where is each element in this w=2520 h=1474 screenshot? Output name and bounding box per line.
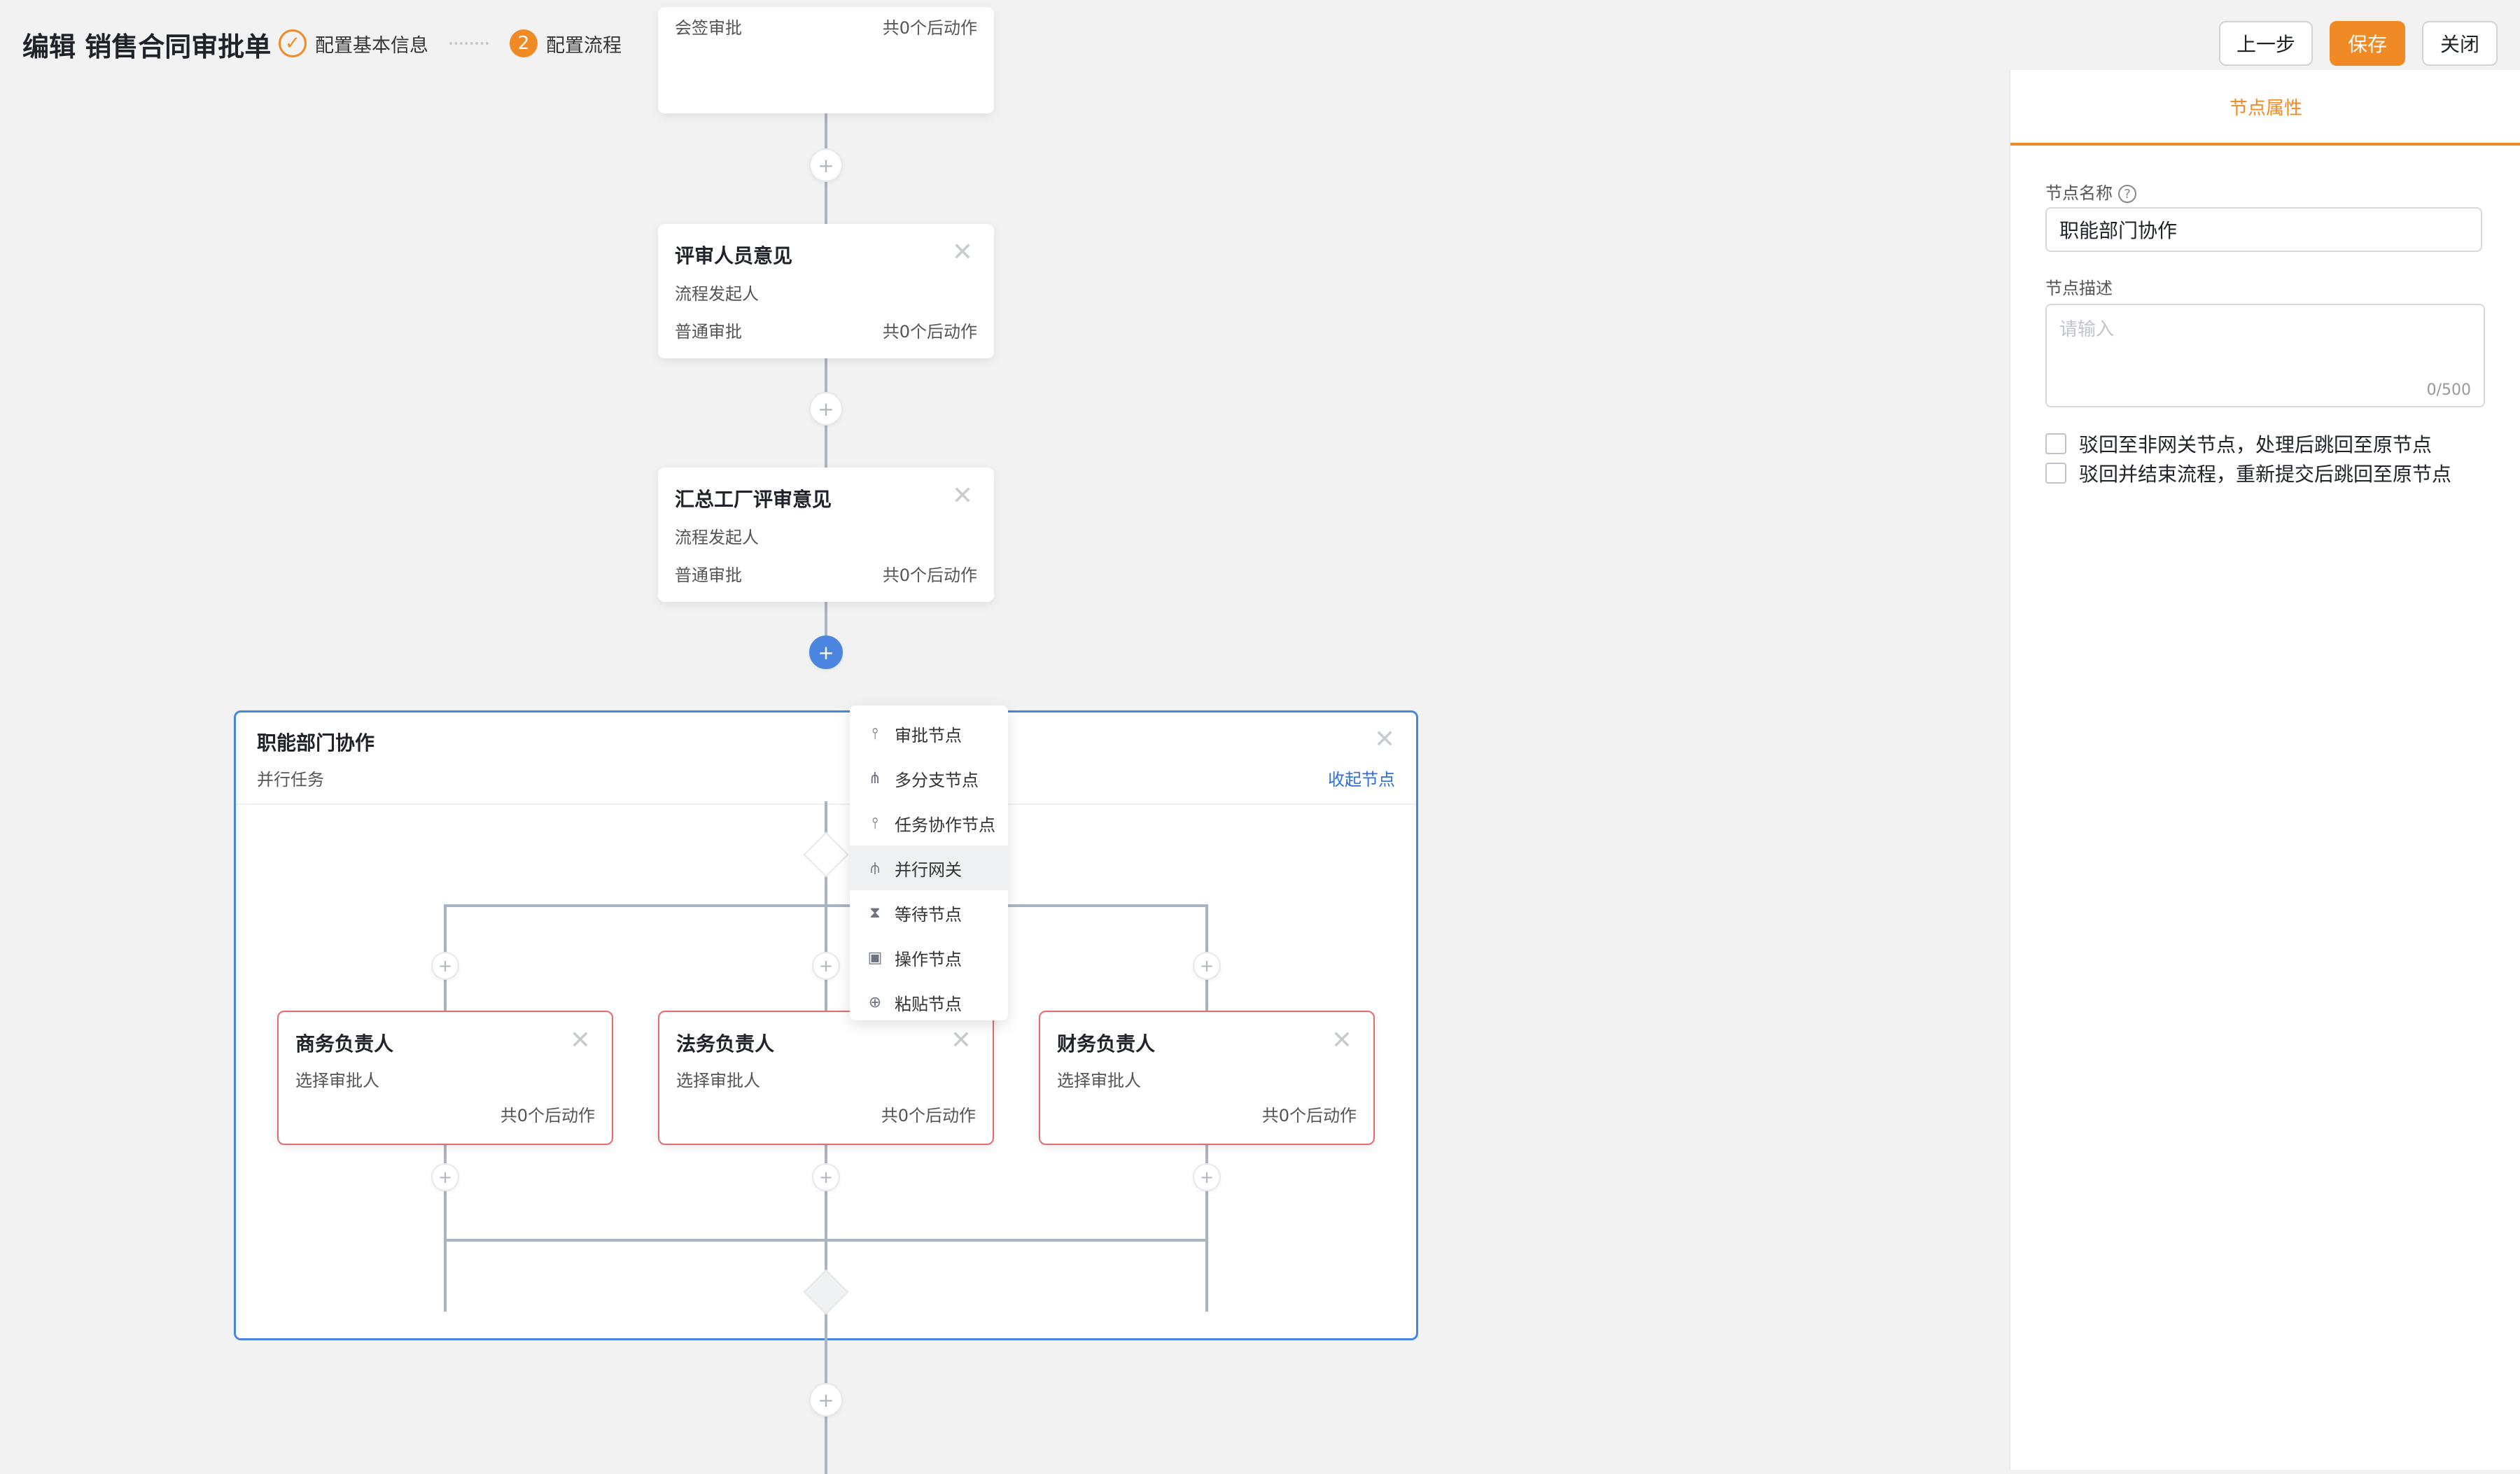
help-icon[interactable]: ?	[2118, 185, 2136, 203]
menu-item-paste-node[interactable]: ⊕ 粘贴节点	[850, 980, 1008, 1025]
paste-icon: ⊕	[868, 993, 882, 1011]
node-properties-panel: 节点属性 节点名称? 职能部门协作 节点描述 请输入 0/500 驳回至非网关节…	[2009, 70, 2520, 1470]
node-action-count: 共0个后动作	[882, 566, 977, 585]
add-node-button[interactable]: +	[431, 1163, 459, 1191]
node-assignee: 选择审批人	[1057, 1071, 1141, 1090]
close-icon[interactable]: ✕	[570, 1026, 591, 1055]
approval-node-icon: ⫯	[872, 724, 878, 743]
node-action-count: 共0个后动作	[1261, 1106, 1357, 1125]
step-label: 配置基本信息	[315, 34, 428, 57]
step-label: 配置流程	[546, 34, 622, 57]
menu-item-label: 并行网关	[895, 859, 962, 880]
add-node-button-active[interactable]: +	[809, 636, 843, 669]
multi-branch-icon: ⋔	[868, 769, 882, 787]
menu-item-multi-branch[interactable]: ⋔ 多分支节点	[850, 756, 1008, 801]
menu-item-label: 审批节点	[895, 725, 962, 745]
checkbox[interactable]	[2045, 463, 2066, 484]
close-icon[interactable]: ✕	[952, 238, 973, 267]
group-title: 职能部门协作	[257, 731, 375, 754]
flow-node[interactable]: 评审人员意见 ✕ 流程发起人 普通审批 共0个后动作	[658, 224, 994, 358]
node-action-count: 共0个后动作	[882, 18, 977, 38]
flow-node-countersign[interactable]: 会签审批 共0个后动作	[658, 7, 994, 113]
close-button[interactable]: 关闭	[2422, 21, 2498, 66]
branch-node[interactable]: 财务负责人 ✕ 选择审批人 共0个后动作	[1039, 1011, 1375, 1145]
checkbox[interactable]	[2045, 433, 2066, 454]
menu-item-label: 任务协作节点	[895, 815, 995, 835]
add-node-button[interactable]: +	[812, 1163, 840, 1191]
node-desc-label: 节点描述	[2045, 279, 2113, 298]
node-title: 评审人员意见	[675, 244, 793, 267]
add-node-menu: ⫯ 审批节点 ⋔ 多分支节点 ⫯ 任务协作节点 ⫛ 并行网关 ⧗ 等待节点 ▣ …	[850, 706, 1008, 1020]
prev-button[interactable]: 上一步	[2219, 21, 2313, 66]
connector-line	[444, 1239, 1208, 1242]
node-action-count: 共0个后动作	[881, 1106, 976, 1125]
option-label: 驳回至非网关节点，处理后跳回至原节点	[2079, 433, 2432, 456]
group-subtitle: 并行任务	[257, 770, 324, 789]
close-icon[interactable]: ✕	[1374, 725, 1395, 754]
branch-node[interactable]: 法务负责人 ✕ 选择审批人 共0个后动作	[658, 1011, 994, 1145]
menu-item-parallel-gateway[interactable]: ⫛ 并行网关	[850, 845, 1008, 890]
node-type: 会签审批	[675, 18, 742, 38]
add-node-button[interactable]: +	[1193, 1163, 1221, 1191]
add-node-button[interactable]: +	[812, 952, 840, 980]
step-basic-info[interactable]: ✓ 配置基本信息	[279, 29, 428, 57]
close-icon[interactable]: ✕	[952, 482, 973, 510]
node-assignee: 选择审批人	[295, 1071, 379, 1090]
menu-item-label: 等待节点	[895, 904, 962, 925]
close-icon[interactable]: ✕	[1331, 1026, 1352, 1055]
node-desc-textarea[interactable]: 请输入 0/500	[2045, 304, 2485, 407]
menu-item-label: 操作节点	[895, 949, 962, 969]
hourglass-icon: ⧗	[869, 904, 881, 922]
menu-item-operation-node[interactable]: ▣ 操作节点	[850, 935, 1008, 980]
step-connector	[449, 42, 489, 45]
node-type: 普通审批	[675, 566, 742, 585]
check-icon: ✓	[279, 29, 307, 57]
flow-node[interactable]: 汇总工厂评审意见 ✕ 流程发起人 普通审批 共0个后动作	[658, 468, 994, 602]
node-title: 法务负责人	[676, 1032, 775, 1055]
node-action-count: 共0个后动作	[882, 322, 977, 342]
label-text: 节点名称	[2045, 183, 2113, 203]
menu-item-approval-node[interactable]: ⫯ 审批节点	[850, 711, 1008, 756]
close-icon[interactable]: ✕	[951, 1026, 972, 1055]
operation-node-icon: ▣	[867, 948, 883, 967]
page-title: 编辑 销售合同审批单	[22, 31, 272, 62]
add-node-button[interactable]: +	[809, 392, 843, 426]
tab-node-properties[interactable]: 节点属性	[2010, 70, 2520, 146]
connector-line	[444, 904, 1208, 907]
task-collab-icon: ⫯	[872, 814, 878, 832]
add-node-button[interactable]: +	[431, 952, 459, 980]
add-node-button[interactable]: +	[1193, 952, 1221, 980]
option-reject-end-flow[interactable]: 驳回并结束流程，重新提交后跳回至原节点	[2045, 459, 2451, 487]
node-assignee: 流程发起人	[675, 284, 759, 304]
node-action-count: 共0个后动作	[500, 1106, 595, 1125]
menu-item-label: 多分支节点	[895, 770, 979, 790]
parallel-gateway-icon: ⫛	[870, 859, 880, 877]
menu-item-wait-node[interactable]: ⧗ 等待节点	[850, 890, 1008, 935]
option-reject-non-gateway[interactable]: 驳回至非网关节点，处理后跳回至原节点	[2045, 430, 2432, 458]
node-title: 汇总工厂评审意见	[675, 488, 832, 511]
node-name-input[interactable]: 职能部门协作	[2045, 207, 2482, 252]
save-button[interactable]: 保存	[2330, 21, 2405, 66]
collapse-node-link[interactable]: 收起节点	[1328, 766, 1395, 790]
add-node-button[interactable]: +	[809, 148, 843, 182]
add-node-button[interactable]: +	[809, 1383, 843, 1417]
node-assignee: 选择审批人	[676, 1071, 760, 1090]
menu-item-task-collab[interactable]: ⫯ 任务协作节点	[850, 801, 1008, 845]
node-name-label: 节点名称?	[2045, 179, 2136, 204]
node-title: 财务负责人	[1057, 1032, 1156, 1055]
node-assignee: 流程发起人	[675, 528, 759, 547]
menu-item-label: 粘贴节点	[895, 994, 962, 1014]
char-counter: 0/500	[2426, 381, 2471, 399]
node-title: 商务负责人	[295, 1032, 394, 1055]
step-flow-config[interactable]: 2 配置流程	[510, 29, 622, 57]
step-number: 2	[510, 29, 538, 57]
node-type: 普通审批	[675, 322, 742, 342]
desc-placeholder: 请输入	[2059, 319, 2115, 340]
flow-canvas[interactable]: 会签审批 共0个后动作 + 评审人员意见 ✕ 流程发起人 普通审批 共0个后动作…	[0, 7, 2009, 1474]
branch-node[interactable]: 商务负责人 ✕ 选择审批人 共0个后动作	[277, 1011, 613, 1145]
step-indicator: ✓ 配置基本信息 2 配置流程	[279, 29, 622, 57]
option-label: 驳回并结束流程，重新提交后跳回至原节点	[2079, 463, 2452, 486]
